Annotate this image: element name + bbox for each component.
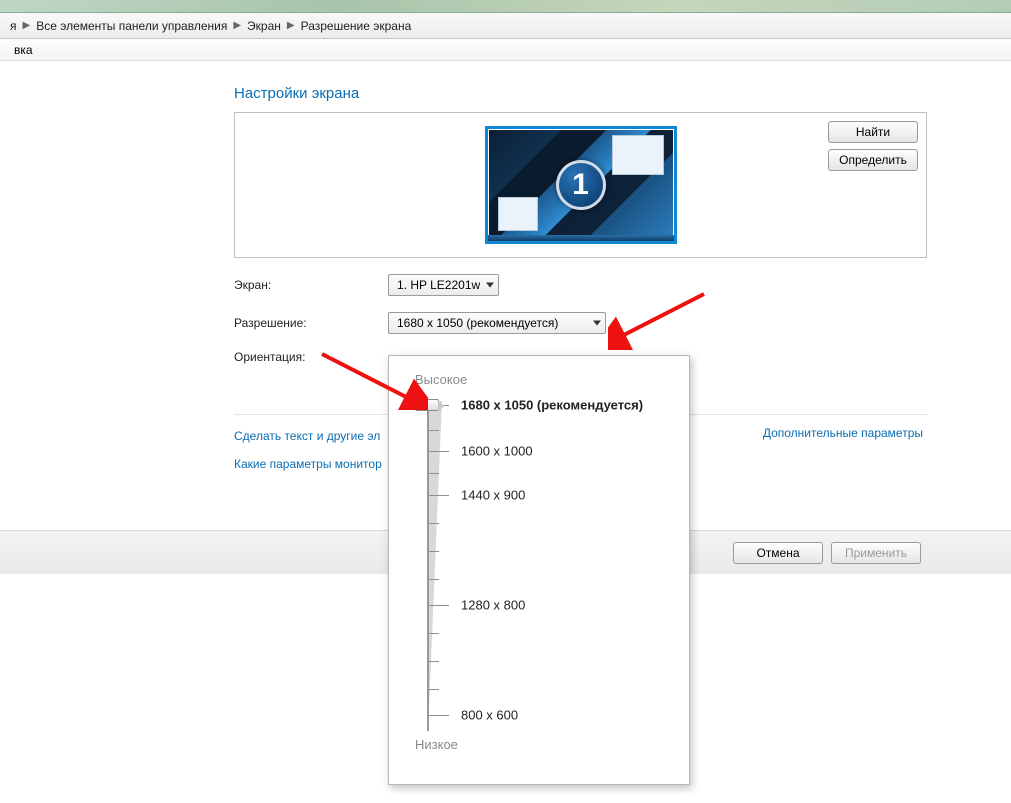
menu-item-fragment[interactable]: вка xyxy=(6,41,41,59)
advanced-settings-link[interactable]: Дополнительные параметры xyxy=(763,426,923,440)
breadcrumb-fragment[interactable]: я xyxy=(4,19,23,33)
menu-bar: вка xyxy=(0,39,1011,61)
resolution-popup[interactable]: Высокое 1680 x 1050 (рекомендуется) 1600… xyxy=(388,355,690,785)
find-button[interactable]: Найти xyxy=(828,121,918,143)
resolution-label: Разрешение: xyxy=(234,316,388,330)
breadcrumb-resolution[interactable]: Разрешение экрана xyxy=(295,19,418,33)
cancel-button[interactable]: Отмена xyxy=(733,542,823,564)
breadcrumb: я ▶ Все элементы панели управления ▶ Экр… xyxy=(0,13,1011,39)
slider-tick xyxy=(429,605,449,606)
slider-tick xyxy=(429,715,449,716)
chevron-right-icon: ▶ xyxy=(287,20,295,31)
resolution-option-800[interactable]: 800 x 600 xyxy=(461,708,518,723)
slider-tick xyxy=(429,495,449,496)
detect-button[interactable]: Определить xyxy=(828,149,918,171)
text-size-link[interactable]: Сделать текст и другие эл xyxy=(234,429,380,443)
resolution-dropdown-value: 1680 x 1050 (рекомендуется) xyxy=(397,316,558,330)
monitor-number-badge: 1 xyxy=(556,160,606,210)
slider-thumb[interactable] xyxy=(415,399,439,411)
slider-tick xyxy=(429,633,439,634)
monitor-thumbnail[interactable]: 1 xyxy=(485,126,677,244)
slider-tick xyxy=(429,579,439,580)
display-dropdown-value: 1. HP LE2201w xyxy=(397,278,480,292)
resolution-option-1600[interactable]: 1600 x 1000 xyxy=(461,444,533,459)
resolution-option-1440[interactable]: 1440 x 900 xyxy=(461,488,525,503)
breadcrumb-all-cp[interactable]: Все элементы панели управления xyxy=(30,19,233,33)
slider-tick xyxy=(429,473,439,474)
chevron-right-icon: ▶ xyxy=(233,20,241,31)
resolution-dropdown[interactable]: 1680 x 1050 (рекомендуется) xyxy=(388,312,606,334)
slider-tick xyxy=(429,689,439,690)
apply-button: Применить xyxy=(831,542,921,564)
mini-window-icon xyxy=(498,197,538,231)
slider-low-label: Низкое xyxy=(415,737,671,752)
slider-high-label: Высокое xyxy=(415,372,671,387)
slider-tick xyxy=(429,523,439,524)
resolution-slider[interactable]: 1680 x 1050 (рекомендуется) 1600 x 1000 … xyxy=(411,395,671,735)
slider-tick xyxy=(429,430,439,431)
slider-tick xyxy=(429,451,449,452)
display-preview-box: 1 Найти Определить xyxy=(234,112,927,258)
window-glass-strip xyxy=(0,0,1011,13)
chevron-down-icon xyxy=(593,321,601,326)
monitor-params-link[interactable]: Какие параметры монитор xyxy=(234,457,382,471)
chevron-down-icon xyxy=(486,283,494,288)
display-label: Экран: xyxy=(234,278,388,292)
resolution-option-1280[interactable]: 1280 x 800 xyxy=(461,598,525,613)
breadcrumb-display[interactable]: Экран xyxy=(241,19,287,33)
chevron-right-icon: ▶ xyxy=(23,20,31,31)
slider-tick xyxy=(429,551,439,552)
mini-window-icon xyxy=(612,135,664,175)
orientation-label: Ориентация: xyxy=(234,350,388,364)
page-title: Настройки экрана xyxy=(234,85,960,102)
display-dropdown[interactable]: 1. HP LE2201w xyxy=(388,274,499,296)
resolution-option-1680[interactable]: 1680 x 1050 (рекомендуется) xyxy=(461,398,643,413)
slider-tick xyxy=(429,661,439,662)
